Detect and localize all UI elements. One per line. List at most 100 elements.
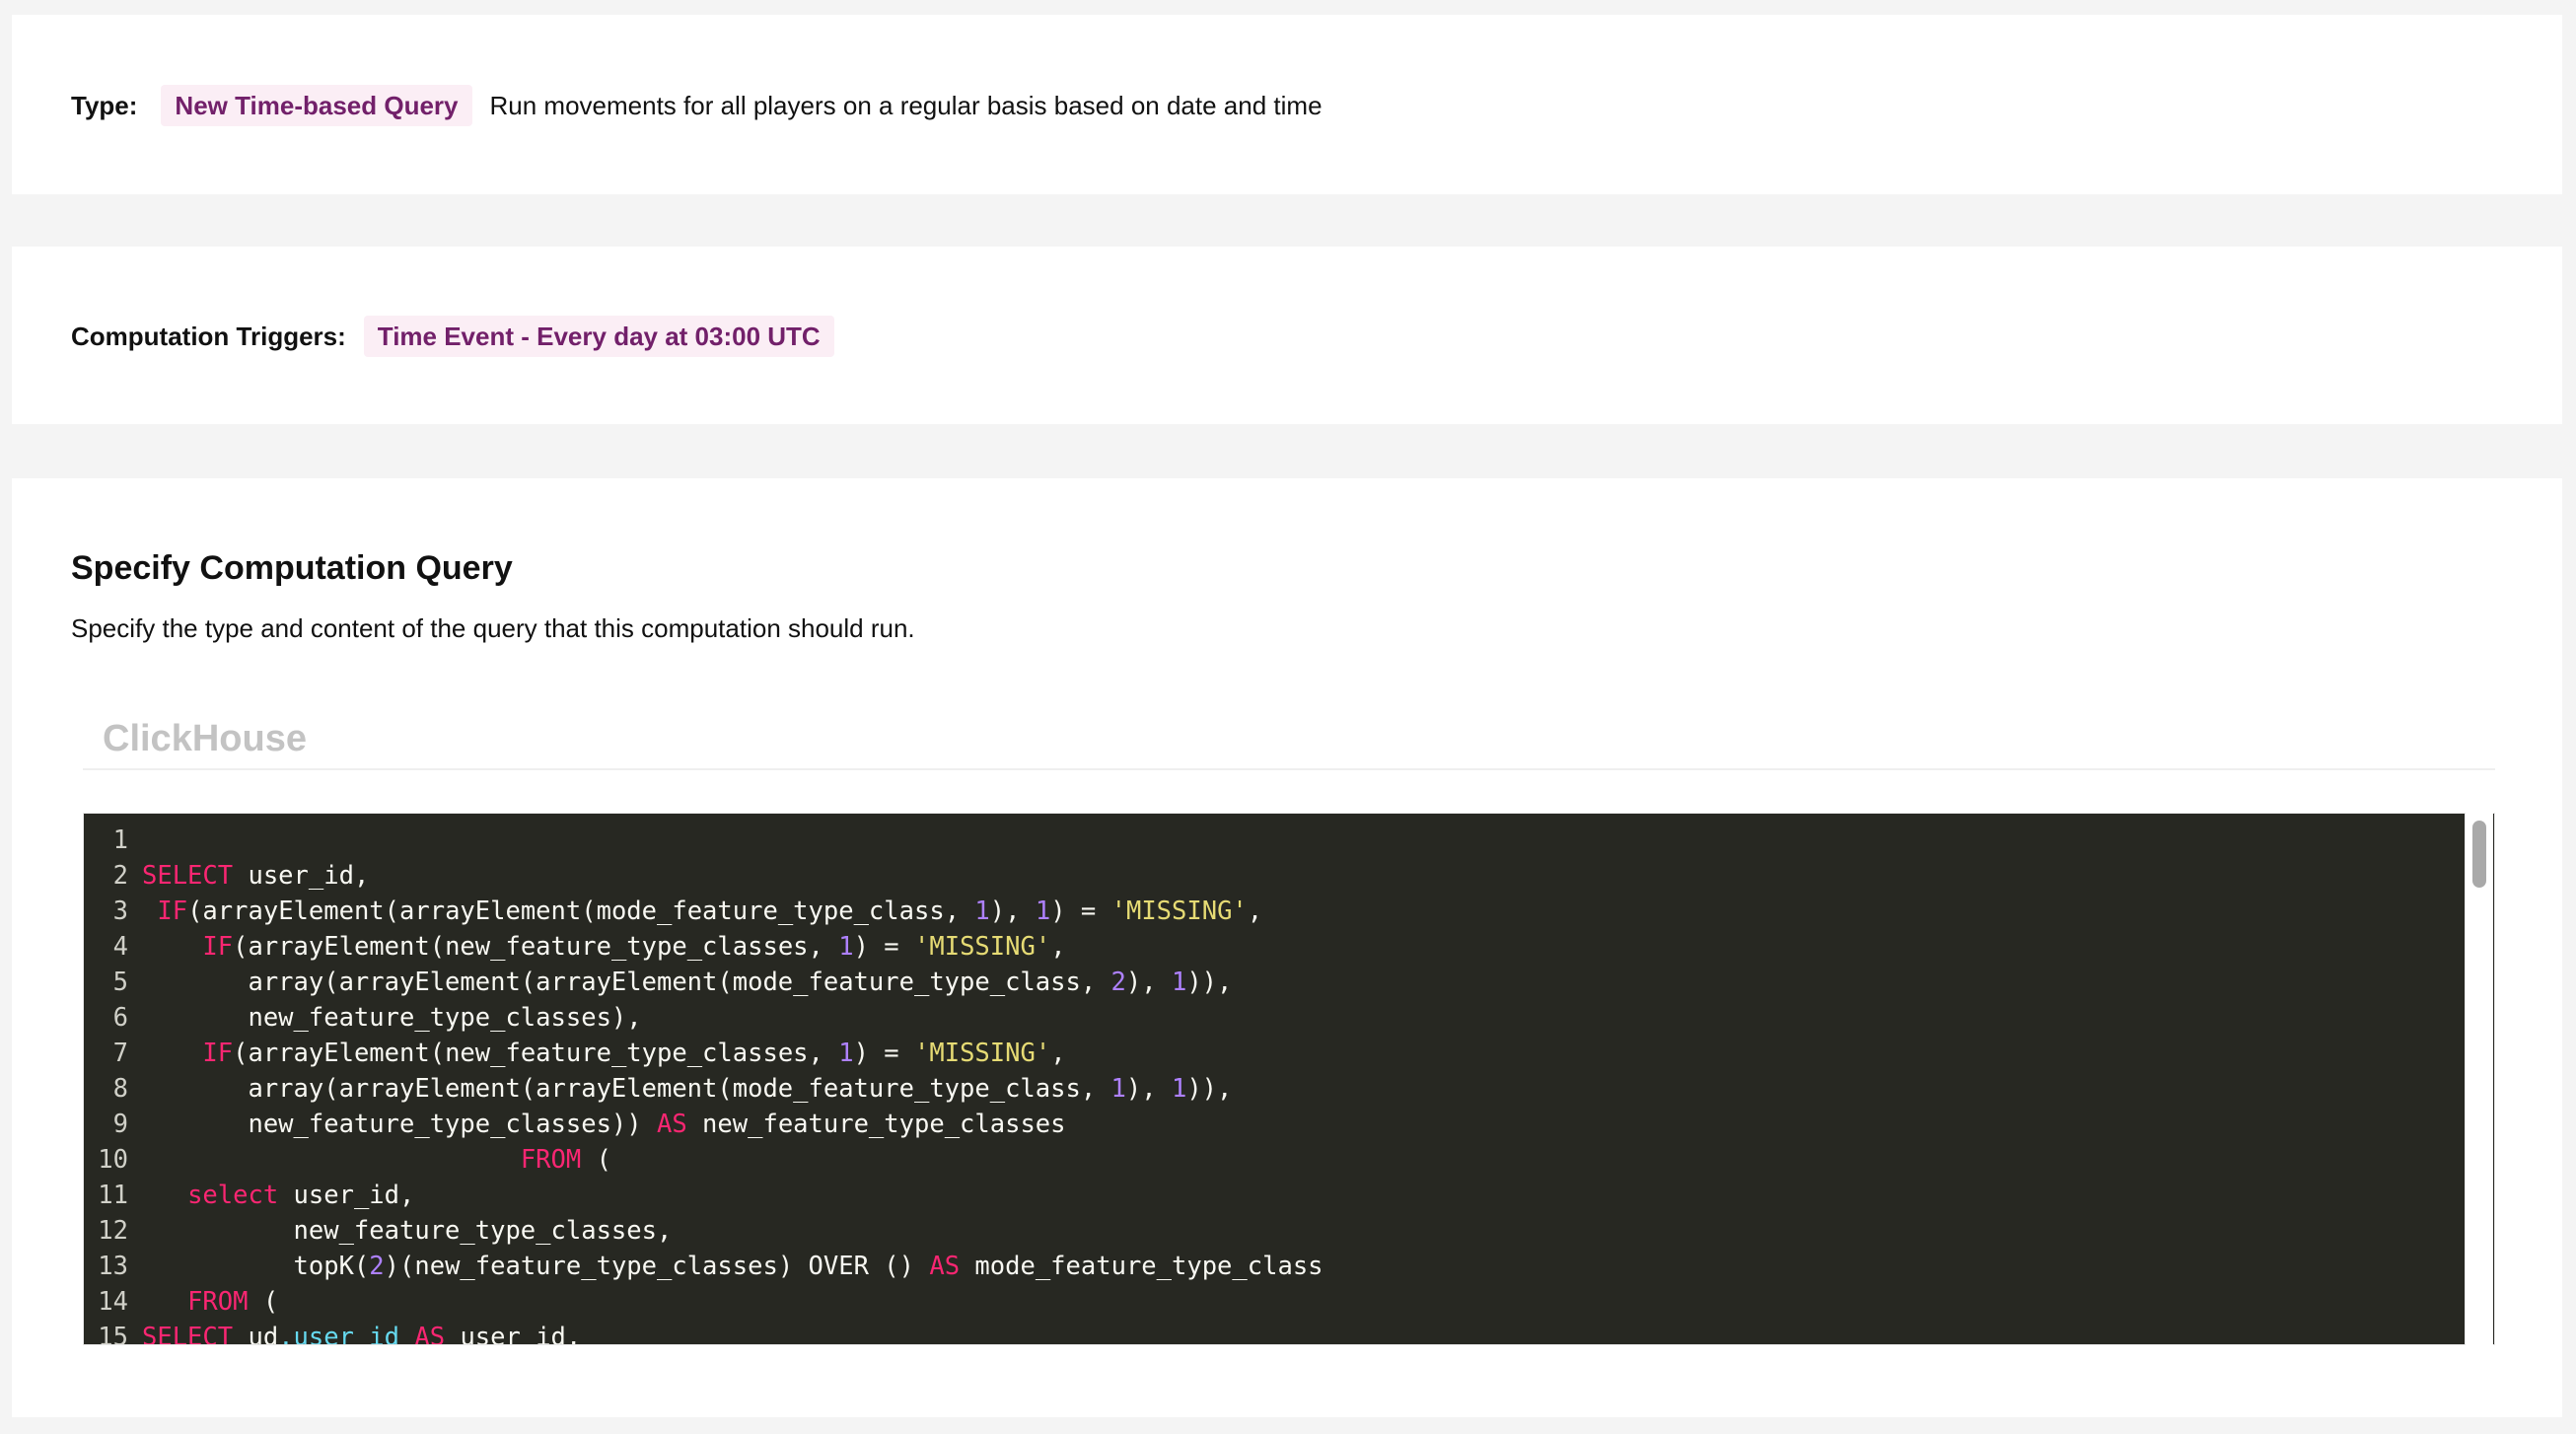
code-token: ud [233,1323,279,1345]
code-token: FROM [187,1287,249,1317]
line-number: 9 [112,1110,128,1139]
editor-scrollbar-thumb[interactable] [2472,821,2486,888]
code-token: IF [202,1039,234,1068]
code-line[interactable]: 8 array(arrayElement(arrayElement(mode_f… [83,1071,1324,1107]
query-type-label: Type: [71,90,138,120]
code-line[interactable]: 2 SELECT user_id, [83,858,1324,894]
code-token: 1 [974,896,990,926]
code-token: ), [989,896,1036,926]
code-token: ), [1125,968,1172,997]
code-token: ), [1125,1074,1172,1104]
code-line-text: IF(arrayElement(new_feature_type_classes… [142,1036,1065,1071]
code-token: (arrayElement(new_feature_type_classes, [233,1039,839,1068]
section-description: Specify the type and content of the quer… [71,613,915,643]
code-token: array(arrayElement(arrayElement(mode_fea… [142,968,1111,997]
code-line[interactable]: 4 IF(arrayElement(new_feature_type_class… [83,929,1324,965]
code-token: 1 [838,932,854,962]
code-line[interactable]: 1 [83,823,1324,858]
code-token: new_feature_type_classes [686,1110,1066,1139]
code-token: ( [248,1287,279,1317]
code-line[interactable]: 14 FROM ( [83,1284,1324,1320]
code-line[interactable]: 11 select user_id, [83,1178,1324,1213]
code-token: 1 [1035,896,1051,926]
code-token: user_id, [445,1323,582,1345]
code-line[interactable]: 6 new_feature_type_classes), [83,1000,1324,1036]
code-content[interactable]: 1 2 SELECT user_id, 3 IF(arrayElement(array… [83,823,1324,1345]
code-token: 1 [1171,968,1187,997]
code-line-text: SELECT user_id, [142,858,369,894]
code-token: 'MISSING' [914,932,1051,962]
query-type-chip: New Time-based Query [161,85,472,126]
code-line-text: topK(2)(new_feature_type_classes) OVER (… [142,1249,1324,1284]
code-line-text: array(arrayElement(arrayElement(mode_fea… [142,965,1232,1000]
line-number: 12 [98,1216,128,1246]
code-line-text: select user_id, [142,1178,414,1213]
tab-divider [83,768,2495,770]
code-token: new_feature_type_classes, [142,1216,673,1246]
line-number: 7 [112,1039,128,1068]
code-line-text: FROM ( [142,1284,278,1320]
line-number: 3 [112,896,128,926]
code-token: user_id, [278,1181,415,1210]
code-token: , [1247,896,1263,926]
code-token: FROM [520,1145,582,1175]
line-number: 1 [112,825,128,855]
section-title: Specify Computation Query [71,549,513,587]
code-line-text: SELECT ud.user_id AS user_id, [142,1320,581,1345]
code-line[interactable]: 10 FROM ( [83,1142,1324,1178]
code-token: AS [656,1110,687,1139]
code-token: 2 [369,1252,385,1281]
code-token: .user_id [278,1323,400,1345]
code-token: mode_feature_type_class [960,1252,1324,1281]
code-line-text: new_feature_type_classes)) AS new_featur… [142,1107,1066,1142]
code-line-text: array(arrayElement(arrayElement(mode_fea… [142,1071,1232,1107]
code-token: SELECT [142,1323,234,1345]
line-number: 6 [112,1003,128,1033]
code-line-text: IF(arrayElement(new_feature_type_classes… [142,929,1066,965]
code-token: IF [157,896,188,926]
code-token: 'MISSING' [914,1039,1051,1068]
code-token: ( [581,1145,611,1175]
code-line[interactable]: 13 topK(2)(new_feature_type_classes) OVE… [83,1249,1324,1284]
code-token: 1 [1171,1074,1187,1104]
code-line-text: IF(arrayElement(arrayElement(mode_featur… [142,894,1262,929]
time-event-chip: Time Event - Every day at 03:00 UTC [363,316,834,357]
code-line[interactable]: 7 IF(arrayElement(new_feature_type_class… [83,1036,1324,1071]
line-number: 5 [112,968,128,997]
code-token: topK( [142,1252,370,1281]
code-line[interactable]: 5 array(arrayElement(arrayElement(mode_f… [83,965,1324,1000]
code-token: SELECT [142,861,234,891]
code-line[interactable]: 12 new_feature_type_classes, [83,1213,1324,1249]
code-token: select [187,1181,279,1210]
code-line-text: FROM ( [142,1142,611,1178]
line-number: 15 [98,1323,128,1345]
code-token: IF [202,932,234,962]
code-token: 1 [1110,1074,1126,1104]
query-type-row: Type: New Time-based Query Run movements… [71,85,1323,126]
code-token: ) = [1050,896,1111,926]
line-number: 10 [98,1145,128,1175]
code-line[interactable]: 15 SELECT ud.user_id AS user_id, [83,1320,1324,1345]
computation-triggers-row: Computation Triggers: Time Event - Every… [71,316,834,357]
line-number: 8 [112,1074,128,1104]
code-token: )), [1186,1074,1233,1104]
code-token: AS [414,1323,446,1345]
tab-clickhouse[interactable]: ClickHouse [103,718,307,760]
code-token: )), [1186,968,1233,997]
code-token: AS [929,1252,961,1281]
code-token: ) = [853,1039,915,1068]
code-editor[interactable]: 1 2 SELECT user_id, 3 IF(arrayElement(array… [83,813,2495,1345]
code-token: user_id, [233,861,370,891]
editor-scrollbar[interactable] [2465,813,2493,1345]
code-token: 1 [838,1039,854,1068]
code-line[interactable]: 3 IF(arrayElement(arrayElement(mode_feat… [83,894,1324,929]
code-token: 2 [1110,968,1126,997]
code-line-text: new_feature_type_classes, [142,1213,673,1249]
code-token: , [1050,932,1066,962]
code-line[interactable]: 9 new_feature_type_classes)) AS new_feat… [83,1107,1324,1142]
line-number: 13 [98,1252,128,1281]
